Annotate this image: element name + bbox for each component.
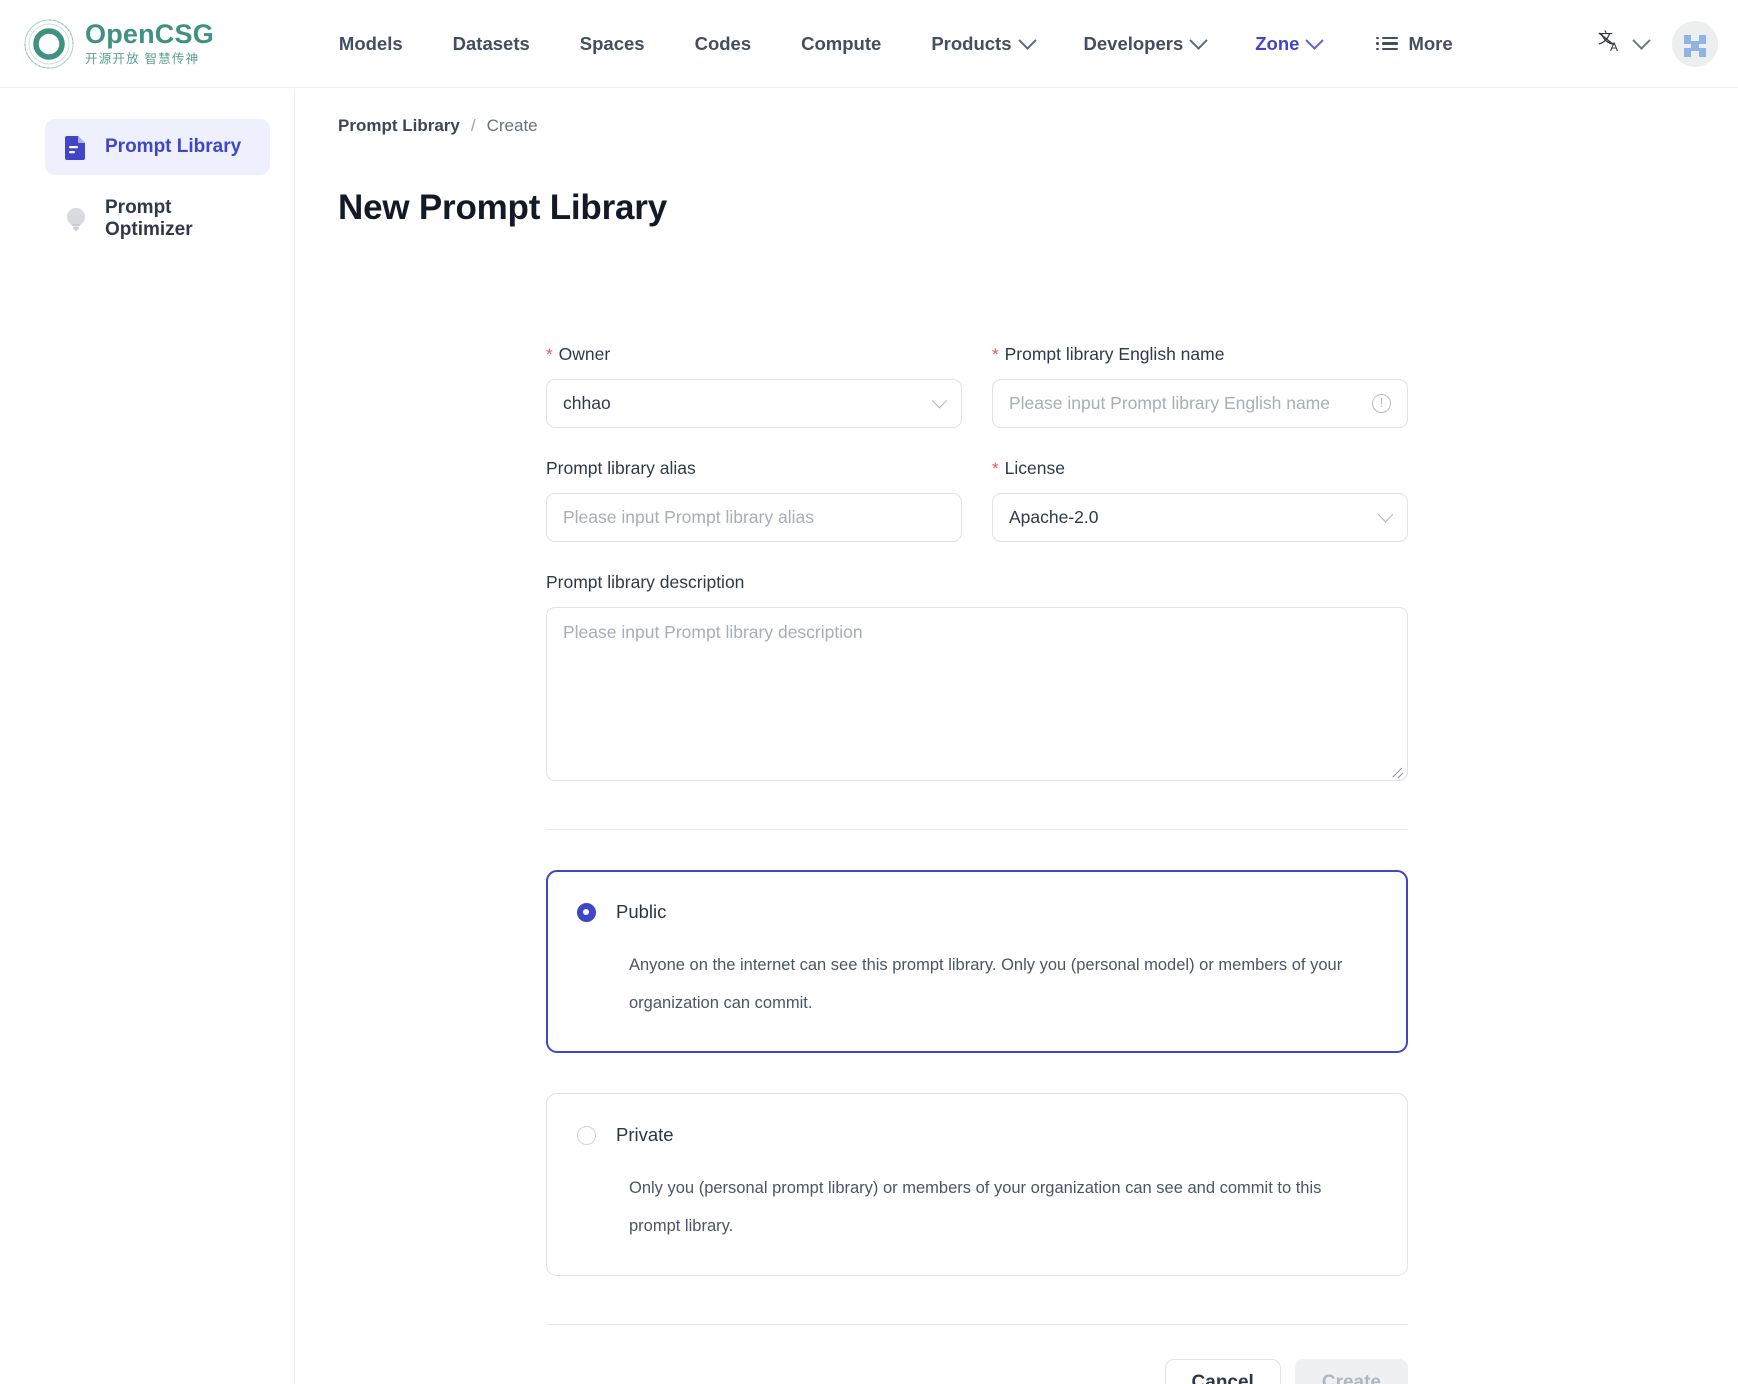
nav-item-more[interactable]: More <box>1360 25 1474 63</box>
nav-item-datasets[interactable]: Datasets <box>428 25 555 63</box>
brand-tagline: 开源开放 智慧传神 <box>85 53 214 66</box>
radio-public[interactable] <box>577 903 596 922</box>
visibility-option-private[interactable]: Private Only you (personal prompt librar… <box>546 1093 1408 1276</box>
info-circle-icon[interactable] <box>1372 394 1391 413</box>
owner-value: chhao <box>563 393 611 414</box>
license-label-text: License <box>1005 458 1065 479</box>
nav-label: Products <box>931 33 1011 55</box>
sidebar-item-label: Prompt Optimizer <box>105 197 252 241</box>
nav-label: Datasets <box>453 33 530 55</box>
chevron-down-icon <box>1378 507 1394 523</box>
create-button[interactable]: Create <box>1295 1359 1408 1384</box>
owner-label: * Owner <box>546 344 962 365</box>
english-name-input-wrap[interactable]: Please input Prompt library English name <box>992 379 1408 428</box>
chevron-down-icon <box>1190 31 1208 49</box>
nav-label: Spaces <box>580 33 645 55</box>
create-prompt-library-form: * Owner chhao * Prompt library English n… <box>546 344 1408 1384</box>
nav-label: Models <box>339 33 403 55</box>
sidebar: Prompt Library Prompt Optimizer <box>0 89 295 1384</box>
breadcrumb-current: Create <box>487 116 538 136</box>
sidebar-item-label: Prompt Library <box>105 136 241 158</box>
nav-item-codes[interactable]: Codes <box>670 25 777 63</box>
main-content: Prompt Library / Create New Prompt Libra… <box>296 89 1738 1384</box>
owner-select[interactable]: chhao <box>546 379 962 428</box>
section-divider <box>546 829 1408 830</box>
private-option-description: Only you (personal prompt library) or me… <box>629 1170 1373 1245</box>
nav-item-models[interactable]: Models <box>314 25 428 63</box>
nav-label: Developers <box>1084 33 1184 55</box>
breadcrumb-separator: / <box>471 116 476 136</box>
nav-item-products[interactable]: Products <box>906 25 1058 63</box>
brand-logo[interactable]: OpenCSG 开源开放 智慧传神 <box>22 17 214 71</box>
nav-item-spaces[interactable]: Spaces <box>555 25 670 63</box>
brand-name: OpenCSG <box>85 21 214 48</box>
language-switcher[interactable]: 文 A <box>1591 21 1654 66</box>
public-option-header: Public <box>577 901 1373 923</box>
english-name-field-group: * Prompt library English name Please inp… <box>992 344 1408 428</box>
description-label: Prompt library description <box>546 572 1408 593</box>
footer-divider <box>546 1324 1408 1325</box>
nav-label: Zone <box>1255 33 1299 55</box>
english-name-placeholder: Please input Prompt library English name <box>1009 393 1330 414</box>
page-title: New Prompt Library <box>338 188 1738 228</box>
public-option-label: Public <box>616 901 666 923</box>
form-actions: Cancel Create <box>546 1359 1408 1384</box>
nav-item-zone[interactable]: Zone <box>1230 25 1346 63</box>
visibility-option-public[interactable]: Public Anyone on the internet can see th… <box>546 870 1408 1053</box>
description-textarea[interactable]: Please input Prompt library description <box>546 607 1408 781</box>
user-avatar[interactable] <box>1672 21 1718 67</box>
license-select[interactable]: Apache-2.0 <box>992 493 1408 542</box>
required-asterisk: * <box>992 346 999 363</box>
form-row-1: * Owner chhao * Prompt library English n… <box>546 344 1408 428</box>
form-row-2: Prompt library alias Please input Prompt… <box>546 458 1408 542</box>
description-field-group: Prompt library description Please input … <box>546 572 1408 781</box>
nav-item-compute[interactable]: Compute <box>776 25 906 63</box>
chevron-down-icon <box>932 393 948 409</box>
sidebar-item-prompt-library[interactable]: Prompt Library <box>45 119 270 175</box>
owner-label-text: Owner <box>559 344 611 365</box>
description-placeholder: Please input Prompt library description <box>563 622 863 642</box>
nav-label: Codes <box>695 33 752 55</box>
license-label: * License <box>992 458 1408 479</box>
top-navigation-bar: OpenCSG 开源开放 智慧传神 Models Datasets Spaces… <box>0 0 1738 88</box>
breadcrumb: Prompt Library / Create <box>338 116 1738 136</box>
alias-field-group: Prompt library alias Please input Prompt… <box>546 458 962 542</box>
nav-label: Compute <box>801 33 881 55</box>
public-option-description: Anyone on the internet can see this prom… <box>629 947 1373 1022</box>
alias-input[interactable]: Please input Prompt library alias <box>546 493 962 542</box>
alias-label-text: Prompt library alias <box>546 458 696 479</box>
document-icon <box>63 134 89 160</box>
cancel-button[interactable]: Cancel <box>1165 1359 1281 1384</box>
private-option-label: Private <box>616 1124 674 1146</box>
owner-field-group: * Owner chhao <box>546 344 962 428</box>
english-name-label: * Prompt library English name <box>992 344 1408 365</box>
nav-label: More <box>1408 33 1452 55</box>
license-field-group: * License Apache-2.0 <box>992 458 1408 542</box>
chevron-down-icon <box>1632 31 1650 49</box>
private-option-header: Private <box>577 1124 1373 1146</box>
opencsg-logo-icon <box>22 17 76 71</box>
required-asterisk: * <box>992 460 999 477</box>
required-asterisk: * <box>546 346 553 363</box>
chevron-down-icon <box>1018 31 1036 49</box>
list-icon <box>1382 37 1398 51</box>
primary-nav: Models Datasets Spaces Codes Compute Pro… <box>314 25 1475 63</box>
description-label-text: Prompt library description <box>546 572 744 593</box>
chevron-down-icon <box>1306 31 1324 49</box>
alias-label: Prompt library alias <box>546 458 962 479</box>
topbar-right-actions: 文 A <box>1591 21 1718 67</box>
translate-icon: 文 A <box>1597 27 1625 60</box>
lightbulb-icon <box>63 206 89 232</box>
breadcrumb-root-link[interactable]: Prompt Library <box>338 116 460 136</box>
nav-item-developers[interactable]: Developers <box>1059 25 1231 63</box>
license-value: Apache-2.0 <box>1009 507 1099 528</box>
alias-placeholder: Please input Prompt library alias <box>563 507 814 528</box>
radio-private[interactable] <box>577 1126 596 1145</box>
resize-handle-icon[interactable] <box>1390 763 1404 777</box>
english-name-label-text: Prompt library English name <box>1005 344 1225 365</box>
sidebar-item-prompt-optimizer[interactable]: Prompt Optimizer <box>45 191 270 247</box>
